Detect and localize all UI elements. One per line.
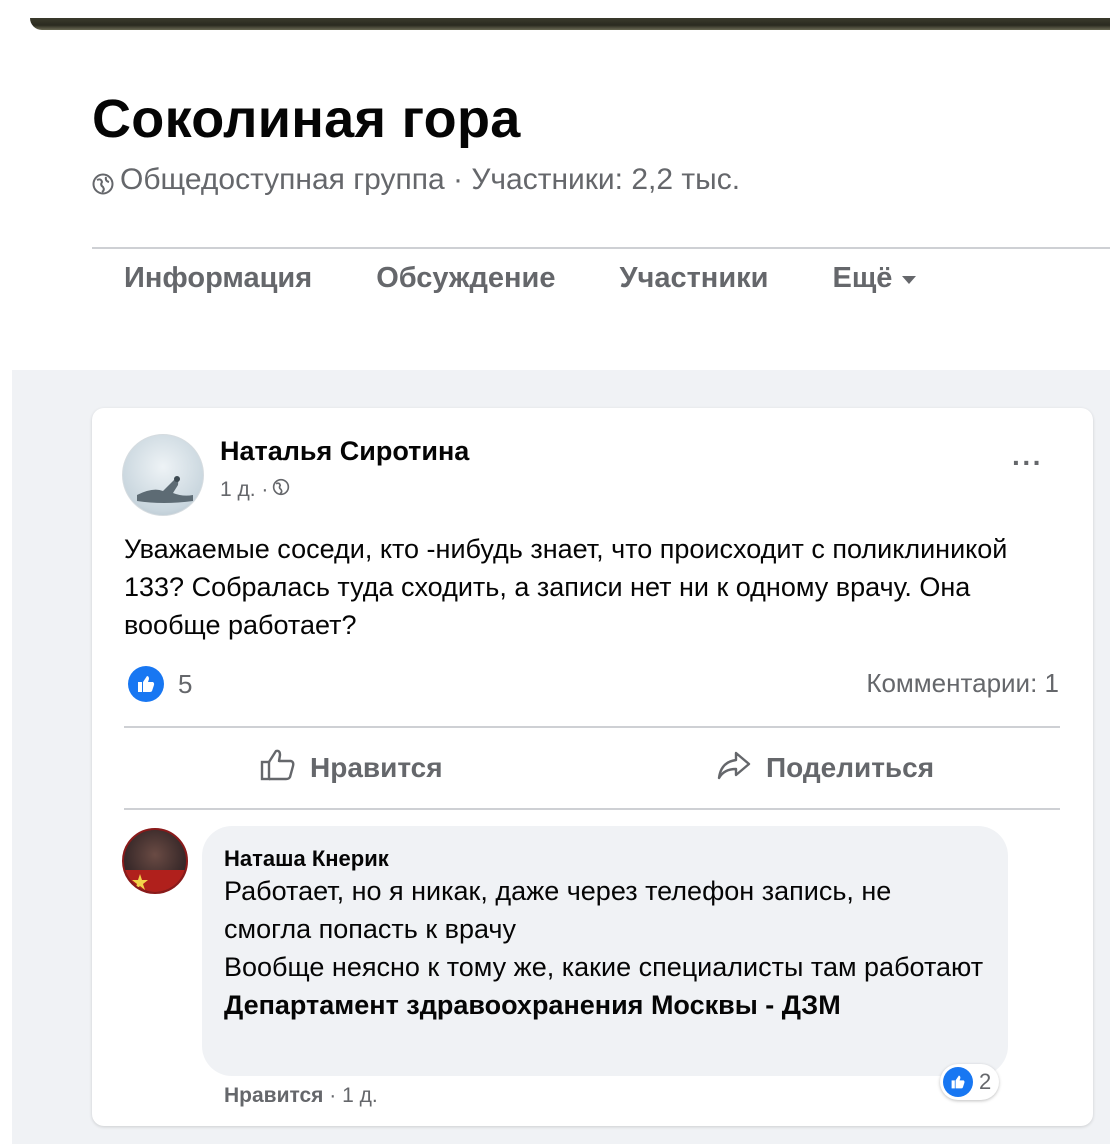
post-timestamp[interactable]: 1 д. · bbox=[220, 478, 290, 502]
tab-more[interactable]: Ещё bbox=[801, 262, 949, 295]
reaction-count: 5 bbox=[178, 668, 193, 699]
divider bbox=[124, 808, 1060, 810]
avatar[interactable] bbox=[122, 828, 188, 894]
comment-time[interactable]: · 1 д. bbox=[329, 1084, 377, 1107]
comment-bubble: Наташа Кнерик Работает, но я никак, даже… bbox=[202, 826, 1008, 1076]
tab-info[interactable]: Информация bbox=[92, 262, 344, 295]
comment-reaction-count: 2 bbox=[979, 1069, 992, 1094]
header-divider bbox=[92, 247, 1110, 249]
page-mention-link[interactable]: Департамент здравоохранения Москвы - ДЗМ bbox=[224, 990, 841, 1020]
tab-label: Обсуждение bbox=[376, 262, 556, 294]
group-meta-text: Общедоступная группа · Участники: 2,2 ты… bbox=[120, 163, 741, 196]
tab-label: Информация bbox=[124, 262, 313, 294]
group-header: Соколиная гора Общедоступная группа · Уч… bbox=[0, 30, 1110, 370]
more-icon[interactable]: ··· bbox=[1012, 449, 1043, 477]
divider bbox=[124, 726, 1060, 728]
comments-count[interactable]: Комментарии: 1 bbox=[866, 668, 1059, 699]
comment-reaction-summary[interactable]: 2 bbox=[940, 1064, 1000, 1100]
like-button-label: Нравится bbox=[310, 752, 443, 783]
comment-text-line: Вообще неясно к тому же, какие специалис… bbox=[224, 948, 984, 1024]
post-text: Уважаемые соседи, кто -нибудь знает, что… bbox=[124, 534, 1008, 640]
comment-author[interactable]: Наташа Кнерик bbox=[224, 846, 389, 872]
like-reaction-icon bbox=[128, 666, 164, 702]
tab-members[interactable]: Участники bbox=[587, 262, 800, 295]
post-time-text: 1 д. · bbox=[220, 478, 269, 501]
group-title: Соколиная гора bbox=[92, 89, 521, 149]
globe-icon bbox=[272, 478, 290, 502]
thumbs-up-icon bbox=[260, 748, 296, 789]
share-arrow-icon bbox=[716, 749, 752, 788]
group-meta: Общедоступная группа · Участники: 2,2 ты… bbox=[92, 163, 740, 197]
share-button-label: Поделиться bbox=[766, 752, 935, 783]
globe-icon bbox=[92, 169, 114, 195]
comment-footer: Нравится · 1 д. bbox=[224, 1084, 378, 1108]
comment-text: Работает, но я никак, даже через телефон… bbox=[224, 872, 984, 1024]
post-author[interactable]: Наталья Сиротина bbox=[220, 436, 469, 467]
share-button[interactable]: Поделиться bbox=[716, 744, 934, 792]
like-reaction-icon bbox=[943, 1067, 973, 1097]
chevron-down-icon bbox=[902, 276, 917, 284]
tab-label: Участники bbox=[619, 262, 769, 294]
post-card: Наталья Сиротина 1 д. · ··· Уважаемые со… bbox=[92, 408, 1093, 1126]
comment-text-line: Работает, но я никак, даже через телефон… bbox=[224, 876, 892, 944]
group-tabs: Информация Обсуждение Участники Ещё bbox=[92, 262, 948, 295]
cover-photo-edge bbox=[30, 18, 1110, 30]
comment-like-link[interactable]: Нравится bbox=[224, 1084, 323, 1107]
reaction-summary[interactable]: 5 bbox=[128, 666, 192, 702]
comment-text-part: Вообще неясно к тому же, какие специалис… bbox=[224, 952, 984, 982]
like-button[interactable]: Нравится bbox=[260, 744, 443, 792]
tab-discussion[interactable]: Обсуждение bbox=[344, 262, 587, 295]
tab-label: Ещё bbox=[832, 262, 893, 294]
avatar[interactable] bbox=[122, 434, 204, 516]
